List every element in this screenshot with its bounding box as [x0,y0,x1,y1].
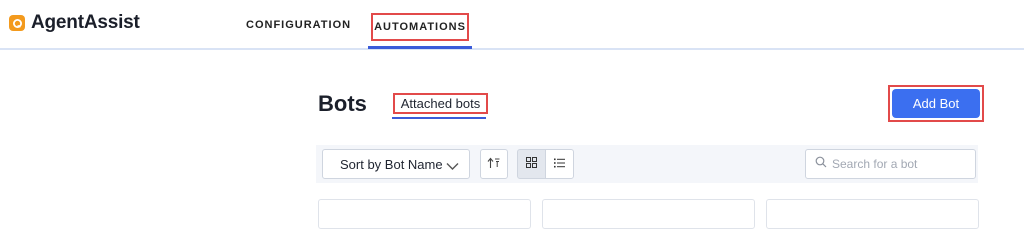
subtab-active-indicator [392,117,486,119]
app-logo[interactable]: AgentAssist [9,12,140,34]
list-view-button[interactable] [545,149,574,179]
grid-view-button[interactable] [517,149,546,179]
bot-card[interactable] [542,199,755,229]
bot-card[interactable] [318,199,531,229]
tab-automations[interactable]: AUTOMATIONS [371,13,469,41]
sort-dropdown-value: Sort by Bot Name [340,156,443,172]
bots-toolbar: Sort by Bot Name [316,145,978,183]
bot-card[interactable] [766,199,979,229]
search-icon [815,155,827,173]
search-input[interactable] [832,157,972,171]
list-view-icon [554,155,565,173]
page-title: Bots [318,91,367,116]
agentassist-logo-icon [9,15,25,31]
active-tab-indicator [368,46,472,49]
add-bot-button-highlight: Add Bot [888,85,984,122]
chevron-down-icon [446,159,459,174]
tab-configuration[interactable]: CONFIGURATION [246,19,351,31]
grid-view-icon [526,155,537,173]
add-bot-button[interactable]: Add Bot [892,89,980,118]
tab-attached-bots[interactable]: Attached bots [393,93,488,114]
app-name: AgentAssist [31,12,140,33]
sort-order-icon [487,157,501,172]
sort-order-button[interactable] [480,149,508,179]
search-box[interactable] [805,149,976,179]
top-header: AgentAssist CONFIGURATION AUTOMATIONS [0,0,1024,50]
sort-dropdown[interactable]: Sort by Bot Name [322,149,470,179]
